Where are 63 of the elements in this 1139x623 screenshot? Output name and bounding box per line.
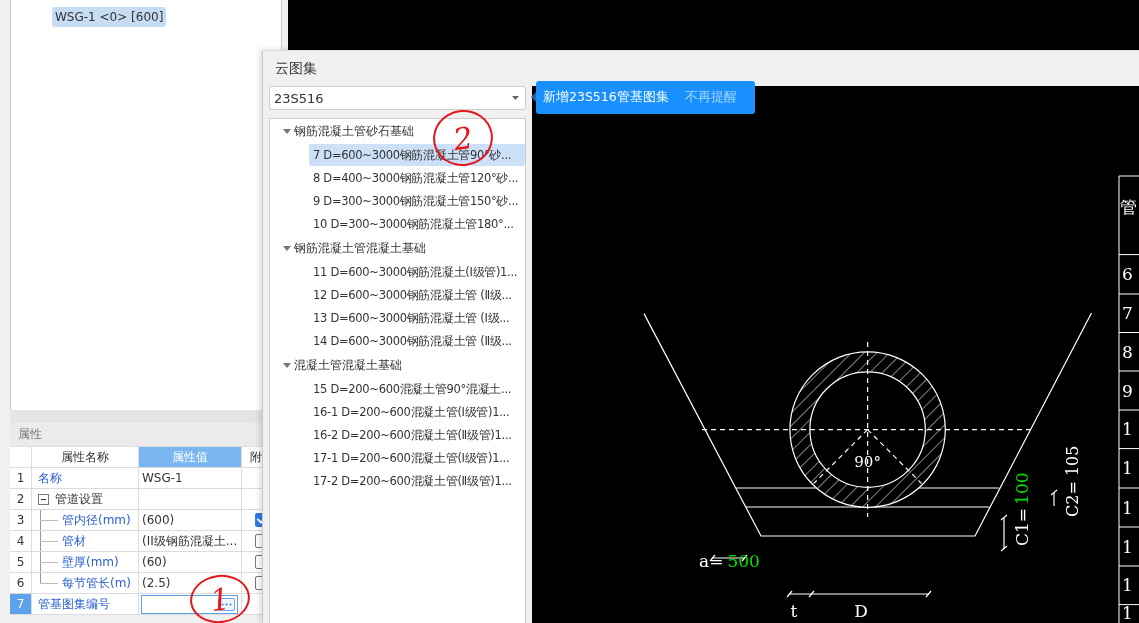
table-cell: 1 xyxy=(1122,419,1133,440)
group-label: 钢筋混凝土管砂石基础 xyxy=(294,122,414,140)
table-header: 管 xyxy=(1120,197,1137,217)
row-number: 1 xyxy=(10,468,32,489)
dimension-label: C2= 105 xyxy=(1063,445,1082,517)
dimension-label: D xyxy=(854,601,868,621)
row-number: 5 xyxy=(10,552,32,573)
row-number: 3 xyxy=(10,510,32,531)
row-number: 6 xyxy=(10,573,32,594)
table-cell: 6 xyxy=(1122,264,1133,285)
row-number: 2 xyxy=(10,489,32,510)
row-number: 4 xyxy=(10,531,32,552)
property-name: 壁厚(mm) xyxy=(62,553,119,571)
property-name: 管内径(mm) xyxy=(62,511,131,529)
tree-item[interactable]: 11 D=600~3000钢筋混凝土(I级管)1... xyxy=(309,261,525,283)
tree-group[interactable]: 钢筋混凝土管混凝土基础 xyxy=(270,236,430,260)
corner-cell xyxy=(10,447,32,468)
tree-item[interactable]: 17-2 D=200~600混凝土管(Ⅱ级管)1... xyxy=(309,470,525,492)
tree-item[interactable]: 17-1 D=200~600混凝土管(Ⅰ级管)1... xyxy=(309,447,525,469)
dimension-label: t xyxy=(790,601,798,621)
dialog-title: 云图集 xyxy=(274,58,318,78)
property-name: 管基图集编号 xyxy=(38,595,110,613)
table-cell: 1 xyxy=(1122,536,1133,557)
tree-item[interactable]: 16-2 D=200~600混凝土管(Ⅱ级管)1... xyxy=(309,424,525,446)
notice-text: 新增23S516管基图集 xyxy=(543,89,669,106)
property-value: (2.5) xyxy=(142,576,171,590)
tree-item[interactable]: 12 D=600~3000钢筋混凝土管 (Ⅱ级... xyxy=(309,284,525,306)
table-cell: 8 xyxy=(1122,341,1133,362)
tree-item[interactable]: 13 D=600~3000钢筋混凝土管 (Ⅰ级... xyxy=(309,307,525,329)
tree-group[interactable]: 混凝土管混凝土基础 xyxy=(270,353,406,377)
dimension-label: C1= 100 xyxy=(1012,472,1032,546)
tree-item[interactable]: 14 D=600~3000钢筋混凝土管 (Ⅱ级... xyxy=(309,330,525,352)
property-value: WSG-1 xyxy=(142,471,183,485)
table-cell: 9 xyxy=(1122,380,1133,401)
tree-group[interactable]: 钢筋混凝土管砂石基础 xyxy=(270,119,418,143)
group-label: 钢筋混凝土管混凝土基础 xyxy=(294,239,426,257)
table-cell: 1 xyxy=(1122,497,1133,518)
column-header: 属性名称 xyxy=(32,447,139,468)
caret-icon xyxy=(512,96,519,100)
tree-item[interactable]: 9 D=300~3000钢筋混凝土管150°砂... xyxy=(309,190,525,212)
property-value: (60) xyxy=(142,555,167,569)
tree-item[interactable]: 8 D=400~3000钢筋混凝土管120°砂... xyxy=(309,167,525,189)
angle-label: 90° xyxy=(854,452,881,471)
group-label: 混凝土管混凝土基础 xyxy=(294,356,402,374)
component-tree-item[interactable]: WSG-1 <0> [600] xyxy=(52,7,167,27)
property-name: 管材 xyxy=(62,532,86,550)
tree-item[interactable]: 15 D=200~600混凝土管90°混凝土... xyxy=(309,378,525,400)
atlas-select[interactable]: 23S516 xyxy=(269,86,526,110)
tree-item[interactable]: 10 D=300~3000钢筋混凝土管180°... xyxy=(309,213,525,235)
table-cell: 1 xyxy=(1122,458,1133,479)
table-cell: 1 xyxy=(1122,575,1133,596)
row-number: 7 xyxy=(10,594,32,615)
collapse-toggle[interactable] xyxy=(38,493,49,505)
property-value: (II级钢筋混凝土... xyxy=(142,532,238,550)
property-name: 每节管长(m) xyxy=(62,574,132,592)
table-cell: 7 xyxy=(1122,303,1133,324)
column-header: 属性值 xyxy=(139,447,242,468)
property-name: 名称 xyxy=(38,469,62,487)
tree-item[interactable]: 16-1 D=200~600混凝土管(Ⅰ级管)1... xyxy=(309,401,525,423)
table-cell: 1 xyxy=(1122,603,1133,623)
property-name: 管道设置 xyxy=(55,490,103,508)
dimension-label: a= 500 xyxy=(699,551,760,571)
property-value: (600) xyxy=(142,513,175,527)
